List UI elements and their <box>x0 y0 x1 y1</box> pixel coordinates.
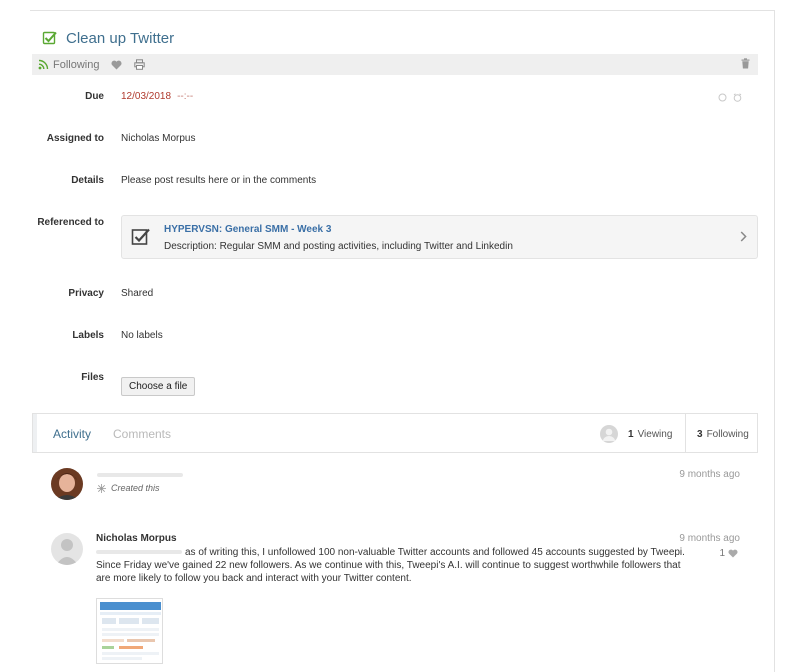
due-label: Due <box>85 91 104 102</box>
comment-like[interactable]: 1 <box>719 548 738 559</box>
activity-bar-accent <box>33 414 37 452</box>
due-time[interactable]: --:-- <box>177 91 193 102</box>
comment-text: as of writing this, I unfollowed 100 non… <box>96 547 685 584</box>
following-count: 3 <box>697 429 703 440</box>
avatar[interactable] <box>51 468 83 500</box>
following-label: Following <box>53 58 100 71</box>
viewing-label: Viewing <box>637 428 673 440</box>
task-title-row: Clean up Twitter <box>42 28 174 48</box>
heart-icon <box>728 549 738 558</box>
feed-time: 9 months ago <box>679 533 740 544</box>
referenced-label: Referenced to <box>37 217 104 228</box>
redacted-mention <box>96 550 182 555</box>
due-actions <box>718 93 742 102</box>
created-entry: Created this <box>97 483 160 493</box>
reminder-icon[interactable] <box>733 93 742 102</box>
tab-comments[interactable]: Comments <box>113 427 171 441</box>
task-toolbar: Following <box>32 54 758 75</box>
reference-card[interactable]: HYPERVSN: General SMM - Week 3 Descripti… <box>121 215 758 259</box>
trash-icon <box>741 58 750 69</box>
choose-file-button[interactable]: Choose a file <box>121 377 196 396</box>
viewing-indicator[interactable]: 1 Viewing <box>600 424 672 444</box>
print-icon <box>134 59 146 70</box>
following-count-label: Following <box>706 429 749 440</box>
screenshot-thumbnail <box>100 602 161 660</box>
repeat-icon[interactable] <box>718 93 727 102</box>
user-avatar-icon <box>600 425 618 443</box>
reference-title[interactable]: HYPERVSN: General SMM - Week 3 <box>164 224 331 235</box>
details-value[interactable]: Please post results here or in the comme… <box>121 175 316 186</box>
privacy-label: Privacy <box>68 288 104 299</box>
check-square-icon <box>131 228 150 245</box>
task-title[interactable]: Clean up Twitter <box>66 30 174 47</box>
user-photo-icon <box>51 468 83 500</box>
comment-author[interactable]: Nicholas Morpus <box>96 533 177 544</box>
check-icon[interactable] <box>42 30 58 46</box>
activity-divider <box>685 414 686 452</box>
rss-icon <box>38 59 49 70</box>
assigned-value[interactable]: Nicholas Morpus <box>121 133 195 144</box>
chevron-right-icon[interactable] <box>740 231 747 242</box>
redacted-author <box>97 473 183 477</box>
assigned-label: Assigned to <box>46 133 104 144</box>
like-button[interactable] <box>111 60 122 70</box>
like-count: 1 <box>719 548 725 559</box>
user-avatar-icon <box>51 533 83 565</box>
privacy-value[interactable]: Shared <box>121 288 153 299</box>
activity-bar: Activity Comments 1 Viewing 3 Following <box>32 413 758 453</box>
heart-icon <box>111 60 122 69</box>
tab-activity[interactable]: Activity <box>53 427 91 441</box>
print-button[interactable] <box>134 59 146 70</box>
files-label: Files <box>81 372 104 383</box>
viewing-count: 1 <box>628 428 634 440</box>
reference-description: Description: Regular SMM and posting act… <box>164 241 513 252</box>
following-indicator[interactable]: 3 Following <box>697 429 749 440</box>
comment-body: as of writing this, I unfollowed 100 non… <box>96 546 696 585</box>
due-date[interactable]: 12/03/2018 <box>121 91 171 102</box>
following-button[interactable]: Following <box>38 59 99 71</box>
labels-value[interactable]: No labels <box>121 330 163 341</box>
sparkle-icon <box>97 483 106 493</box>
details-label: Details <box>71 175 104 186</box>
delete-button[interactable] <box>741 58 750 72</box>
feed-time: 9 months ago <box>679 469 740 480</box>
attachment-thumbnail[interactable] <box>96 598 163 664</box>
due-value[interactable]: 12/03/2018 --:-- <box>121 91 193 102</box>
avatar[interactable] <box>51 533 83 565</box>
labels-label: Labels <box>72 330 104 341</box>
created-text: Created this <box>111 483 160 493</box>
